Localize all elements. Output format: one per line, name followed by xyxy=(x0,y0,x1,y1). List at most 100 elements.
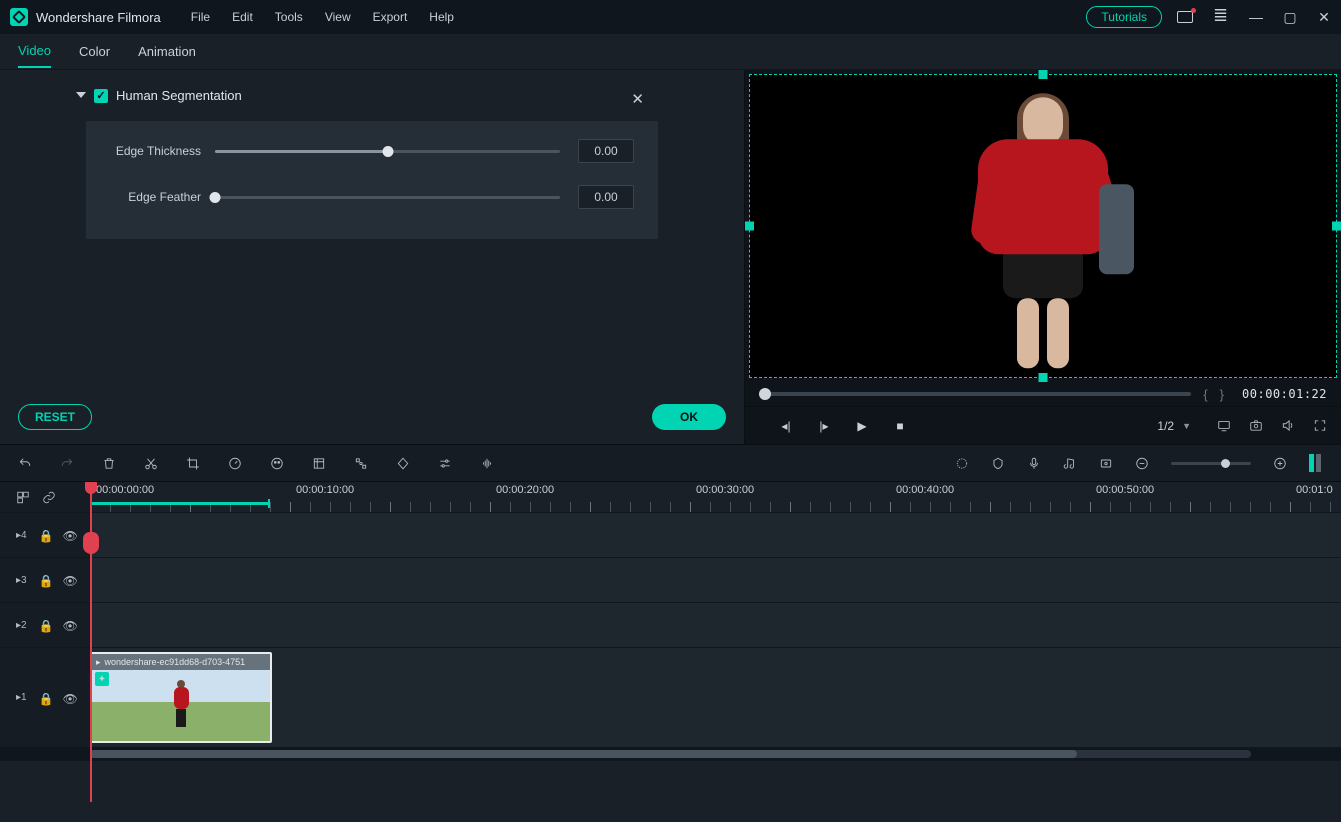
clip-play-icon: ▸ xyxy=(96,657,101,668)
menu-tools[interactable]: Tools xyxy=(275,10,303,24)
edge-thickness-label: Edge Thickness xyxy=(110,144,215,158)
mark-in-icon[interactable]: { xyxy=(1203,387,1207,402)
stop-icon[interactable]: ■ xyxy=(893,419,907,433)
enable-checkbox[interactable]: ✓ xyxy=(94,89,108,103)
tab-color[interactable]: Color xyxy=(79,36,110,67)
preview-canvas[interactable] xyxy=(749,74,1337,378)
timeline-scrollbar[interactable] xyxy=(0,747,1341,761)
messages-icon[interactable] xyxy=(1177,11,1193,23)
transform-handle-left[interactable] xyxy=(745,222,754,231)
visibility-icon[interactable]: 👁 xyxy=(63,692,75,704)
tab-animation[interactable]: Animation xyxy=(138,36,196,67)
track-badge: ▸4 xyxy=(16,530,27,541)
menu-help[interactable]: Help xyxy=(429,10,454,24)
track-manager-icon[interactable] xyxy=(16,490,30,504)
render-indicator[interactable] xyxy=(1309,454,1323,472)
menu-view[interactable]: View xyxy=(325,10,351,24)
playhead[interactable] xyxy=(90,482,92,802)
section-human-segmentation-header[interactable]: ✓ Human Segmentation ✕ xyxy=(0,70,744,111)
edge-feather-slider[interactable] xyxy=(215,196,560,199)
preview-progress[interactable] xyxy=(759,392,1191,396)
transform-handle-top[interactable] xyxy=(1039,70,1048,79)
tab-video[interactable]: Video xyxy=(18,35,51,68)
maximize-button[interactable]: ▢ xyxy=(1283,10,1297,24)
track-lane[interactable]: ▸wondershare-ec91dd68-d703-4751✦ xyxy=(90,648,1341,747)
audio-mixer-icon[interactable] xyxy=(1063,456,1077,470)
track-header: ▸4 🔒 👁 xyxy=(0,513,90,557)
menu-edit[interactable]: Edit xyxy=(232,10,253,24)
ruler-label: 00:00:10:00 xyxy=(296,484,354,496)
menu-file[interactable]: File xyxy=(191,10,210,24)
visibility-icon[interactable]: 👁 xyxy=(63,619,75,631)
color-icon[interactable] xyxy=(270,456,284,470)
link-icon[interactable] xyxy=(42,490,56,504)
section-close-icon[interactable]: ✕ xyxy=(631,90,644,108)
marker-icon[interactable] xyxy=(991,456,1005,470)
fullscreen-icon[interactable] xyxy=(1313,419,1327,433)
mark-out-icon[interactable]: } xyxy=(1220,387,1224,402)
app-logo-icon xyxy=(10,8,28,26)
range-indicator[interactable] xyxy=(90,502,270,505)
playback-quality-select[interactable]: 1/2 ▼ xyxy=(1149,417,1199,435)
main-menu: File Edit Tools View Export Help xyxy=(191,10,454,24)
crop-icon[interactable] xyxy=(186,456,200,470)
track-header: ▸3🔒👁 xyxy=(0,558,90,602)
zoom-out-icon[interactable] xyxy=(1135,456,1149,470)
track-lane[interactable] xyxy=(90,513,1341,557)
lock-icon[interactable]: 🔒 xyxy=(39,574,51,586)
preview-panel: { } 00:00:01:22 ◂| |▸ ▶ ■ 1/2 ▼ xyxy=(744,70,1341,444)
mix-icon[interactable] xyxy=(955,456,969,470)
chevron-down-icon: ▼ xyxy=(1182,421,1191,431)
edge-thickness-slider[interactable] xyxy=(215,150,560,153)
motion-tracking-icon[interactable] xyxy=(354,456,368,470)
zoom-slider[interactable] xyxy=(1171,462,1251,465)
green-screen-icon[interactable] xyxy=(312,456,326,470)
cut-icon[interactable] xyxy=(144,456,158,470)
audio-icon[interactable] xyxy=(480,456,494,470)
delete-icon[interactable] xyxy=(102,456,116,470)
close-button[interactable]: ✕ xyxy=(1317,10,1331,24)
minimize-button[interactable]: — xyxy=(1249,10,1263,24)
lock-icon[interactable]: 🔒 xyxy=(39,529,51,541)
reset-button[interactable]: RESET xyxy=(18,404,92,430)
ruler-label: 00:00:00:00 xyxy=(96,484,154,496)
adjust-icon[interactable] xyxy=(438,456,452,470)
visibility-icon[interactable]: 👁 xyxy=(63,529,75,541)
keyframe-icon[interactable] xyxy=(396,456,410,470)
speed-icon[interactable] xyxy=(228,456,242,470)
lock-icon[interactable]: 🔒 xyxy=(39,619,51,631)
prev-frame-icon[interactable]: ◂| xyxy=(779,419,793,433)
timeline-options xyxy=(0,482,90,512)
track-lane[interactable] xyxy=(90,558,1341,602)
transform-handle-right[interactable] xyxy=(1332,222,1341,231)
zoom-in-icon[interactable] xyxy=(1273,456,1287,470)
step-back-icon[interactable]: |▸ xyxy=(817,419,831,433)
clip[interactable]: ▸wondershare-ec91dd68-d703-4751✦ xyxy=(90,652,272,743)
track-badge: ▸2 xyxy=(16,620,27,631)
edge-thickness-value[interactable]: 0.00 xyxy=(578,139,634,163)
clip-name: wondershare-ec91dd68-d703-4751 xyxy=(105,657,246,667)
edge-feather-value[interactable]: 0.00 xyxy=(578,185,634,209)
display-icon[interactable] xyxy=(1217,419,1231,433)
volume-icon[interactable] xyxy=(1281,419,1295,433)
redo-icon[interactable] xyxy=(60,456,74,470)
preview-subject xyxy=(968,97,1118,377)
ok-button[interactable]: OK xyxy=(652,404,726,430)
snapshot-icon[interactable] xyxy=(1249,419,1263,433)
record-icon[interactable] xyxy=(1027,456,1041,470)
menu-export[interactable]: Export xyxy=(373,10,408,24)
track-row: ▸3🔒👁 xyxy=(0,557,1341,602)
lock-icon[interactable]: 🔒 xyxy=(39,692,51,704)
edge-feather-label: Edge Feather xyxy=(110,190,215,204)
prop-edge-thickness: Edge Thickness 0.00 xyxy=(110,139,634,163)
play-icon[interactable]: ▶ xyxy=(855,419,869,433)
timeline-ruler[interactable]: 00:00:00:0000:00:10:0000:00:20:0000:00:3… xyxy=(90,482,1341,512)
visibility-icon[interactable]: 👁 xyxy=(63,574,75,586)
track-header: ▸2 🔒 👁 xyxy=(0,603,90,647)
collapse-icon[interactable] xyxy=(76,92,86,98)
tasks-icon[interactable] xyxy=(1213,10,1229,24)
track-lane[interactable] xyxy=(90,603,1341,647)
undo-icon[interactable] xyxy=(18,456,32,470)
freeze-icon[interactable] xyxy=(1099,456,1113,470)
tutorials-button[interactable]: Tutorials xyxy=(1086,6,1162,28)
